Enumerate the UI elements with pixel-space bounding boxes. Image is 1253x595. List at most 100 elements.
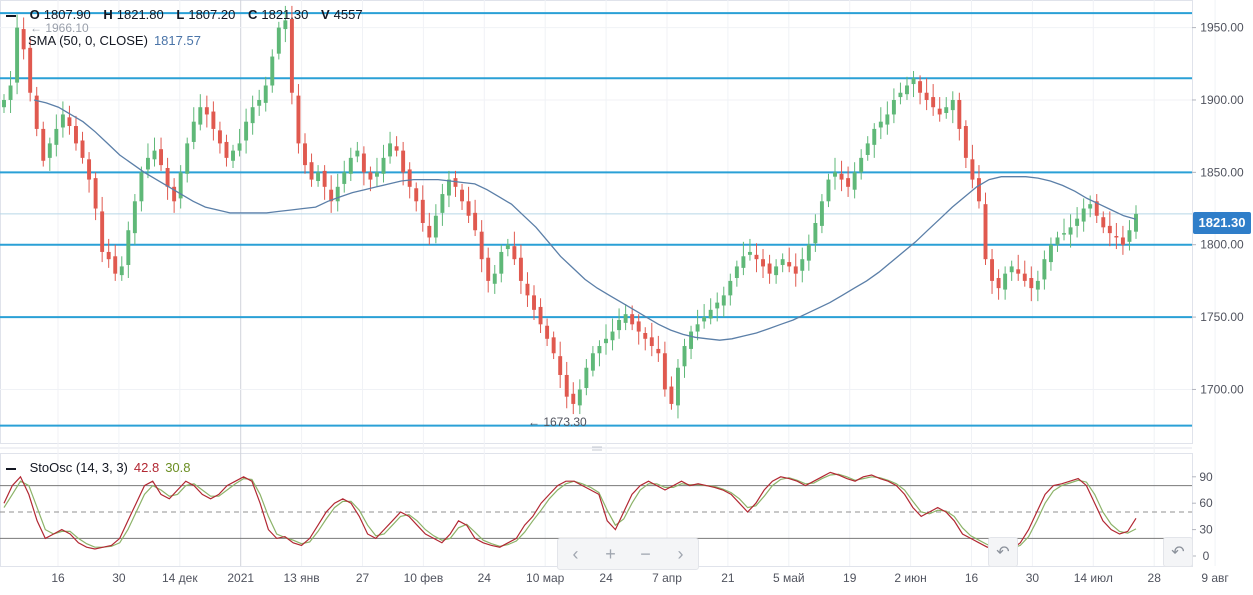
candle-body [1035,280,1040,290]
candle-body [132,201,137,234]
candle-body [584,367,589,388]
volume-value: 4557 [333,7,363,22]
candle-body [1042,259,1047,280]
scroll-right-button[interactable]: › [663,539,698,569]
candle-body [512,246,517,260]
candle-body [747,251,752,255]
candle-body [1048,244,1053,263]
candle-body [276,27,281,54]
candle-body [289,18,294,93]
candle-body [676,367,680,406]
candle-body [479,231,484,260]
candle-body [505,244,510,250]
x-tick-label: 24 [478,571,492,585]
candle-body [257,99,262,106]
candle-body [1075,218,1080,226]
candle-body [525,283,530,296]
stoch-name: StoOsc (14, 3, 3) [29,460,128,475]
candle-body [1107,225,1112,234]
candle-body [165,168,170,187]
x-tick-label: 19 [843,571,857,585]
candle-body [368,172,373,180]
candle-body [774,266,779,276]
candle-body [388,143,393,157]
chart-canvas[interactable]: 16 30 14 дек 2021 13 янв 27 10 фев 24 10 мар 24 7 … [0,0,1253,595]
candle-body [669,386,674,404]
candle-body [309,162,314,180]
candle-body [976,178,981,202]
candle-body [780,259,785,265]
low-marker: ← 1673.30 [528,415,587,429]
candle-body [813,223,818,244]
reset-scale-button[interactable]: ↶ [1163,537,1193,567]
candle-body [662,353,667,390]
candle-body [224,141,229,158]
candle-body [74,126,78,144]
stoch-tick-label: 30 [1199,523,1213,537]
candle-body [970,159,975,180]
candle-body [957,99,962,129]
candle-body [630,314,635,325]
x-tick-label: 21 [721,571,735,585]
open-value: 1807.90 [43,7,91,22]
candle-body [839,173,844,180]
candle-body [590,353,595,371]
x-tick-label: 10 фев [404,571,444,585]
x-tick-label: 9 авг [1201,571,1229,585]
candle-body [466,201,471,216]
candle-body [944,107,949,113]
candle-body [335,186,340,202]
candle-body [1055,237,1060,245]
scroll-left-button[interactable]: ‹ [558,539,593,569]
collapse-stoch-icon[interactable] [6,467,16,470]
zoom-out-button[interactable]: − [628,539,663,569]
candle-body [931,97,936,108]
candle-body [715,302,720,309]
candle-body [263,85,268,103]
collapse-legend-icon[interactable] [6,14,16,17]
candle-body [682,346,687,367]
candle-body [702,317,707,322]
candle-body [67,117,72,127]
candle-body [433,215,438,238]
x-tick-label: 14 июл [1074,571,1113,585]
candle-body [60,114,65,128]
reset-chart-button[interactable]: ↶ [988,537,1018,567]
stoch-tick-label: 0 [1203,549,1210,563]
candle-body [420,199,425,223]
candle-body [8,85,13,100]
candle-body [152,150,157,160]
candle-body [532,295,536,310]
candle-body [800,259,805,271]
candle-body [571,393,576,404]
zoom-in-button[interactable]: + [593,539,628,569]
candle-body [381,157,386,174]
stoch-k-value: 42.8 [133,460,160,475]
candle-body [191,121,196,142]
candle-body [355,150,360,157]
candle-body [852,172,857,190]
candle-body [322,170,327,187]
chart-navigation: ‹ + − › [557,538,699,570]
sma-legend[interactable]: SMA (50, 0, CLOSE) 1817.57 [28,33,201,48]
candle-body [833,172,837,177]
candle-body [649,337,654,347]
stoch-legend[interactable]: StoOsc (14, 3, 3) 42.8 30.8 [6,460,191,475]
candle-body [460,189,464,202]
sma-value: 1817.57 [153,33,201,48]
candle-body [741,256,746,268]
x-tick-label: 13 янв [284,571,320,585]
candle-body [1120,237,1125,245]
candle-body [1022,273,1027,281]
candle-body [636,321,641,332]
candle-body [617,319,622,331]
candle-body [407,169,412,187]
candle-body [15,27,20,83]
sma-line [33,99,1137,341]
candle-body [1029,278,1034,289]
x-tick-label: 7 апр [652,571,682,585]
candle-body [826,179,831,202]
candle-body [872,128,877,145]
candle-body [1134,213,1138,232]
candle-body [767,263,772,274]
